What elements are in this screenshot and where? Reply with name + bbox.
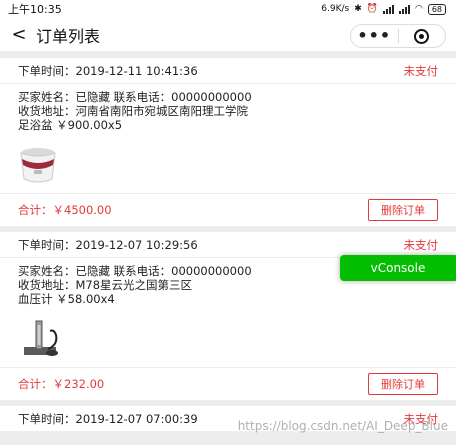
wifi-icon: ◠ [414,4,423,14]
order-time: 下单时间：2019-12-07 10:29:56 [18,237,198,252]
blood-pressure-monitor-image [24,320,58,356]
status-bar: 上午10:35 6.9K/s ✱ ⏰ ◠ 68 [0,0,456,18]
signal-2-icon [398,4,410,14]
order-item: 血压计 ￥58.00x4 [18,292,115,306]
order-status: 未支付 [403,237,439,252]
buyer-info: 买家姓名：已隐藏 联系电话：00000000000 [18,90,252,104]
delete-order-button[interactable]: 删除订单 [368,373,438,395]
alarm-icon: ⏰ [366,4,378,14]
clock: 上午10:35 [8,3,62,16]
page-title: 订单列表 [36,26,101,46]
order-time: 下单时间：2019-12-11 10:41:36 [18,63,198,78]
order-header: 下单时间：2019-12-11 10:41:36 未支付 [0,58,456,84]
order-footer: 合计：￥232.00 删除订单 [0,368,456,400]
network-speed: 6.9K/s [321,4,350,14]
mini-program-capsule: ••• [350,24,446,48]
order-total: 合计：￥4500.00 [18,203,112,217]
order-status: 未支付 [403,63,439,78]
product-thumbnail[interactable] [0,136,456,194]
more-icon[interactable]: ••• [351,25,398,47]
order-info: 买家姓名：已隐藏 联系电话：00000000000 收货地址：河南省南阳市宛城区… [0,84,456,136]
back-icon[interactable]: < [4,24,34,45]
bluetooth-icon: ✱ [354,4,362,14]
foot-bath-image [20,147,56,182]
watermark: https://blog.csdn.net/AI_Deep_Blue [237,419,448,433]
order-item: 足浴盆 ￥900.00x5 [18,118,123,132]
battery-icon: 68 [427,3,446,15]
order-card: 下单时间：2019-12-11 10:41:36 未支付 买家姓名：已隐藏 联系… [0,58,456,226]
close-icon[interactable] [399,28,446,44]
signal-icon [382,4,394,14]
shipping-address: 收货地址：河南省南阳市宛城区南阳理工学院 [18,104,248,118]
nav-bar: < 订单列表 ••• [0,18,456,52]
order-footer: 合计：￥4500.00 删除订单 [0,194,456,226]
order-time: 下单时间：2019-12-07 07:00:39 [18,411,198,426]
status-icons: 6.9K/s ✱ ⏰ ◠ 68 [321,3,446,15]
order-total: 合计：￥232.00 [18,377,105,391]
delete-order-button[interactable]: 删除订单 [368,199,438,221]
product-thumbnail[interactable] [0,310,456,368]
vconsole-button[interactable]: vConsole [340,255,456,281]
